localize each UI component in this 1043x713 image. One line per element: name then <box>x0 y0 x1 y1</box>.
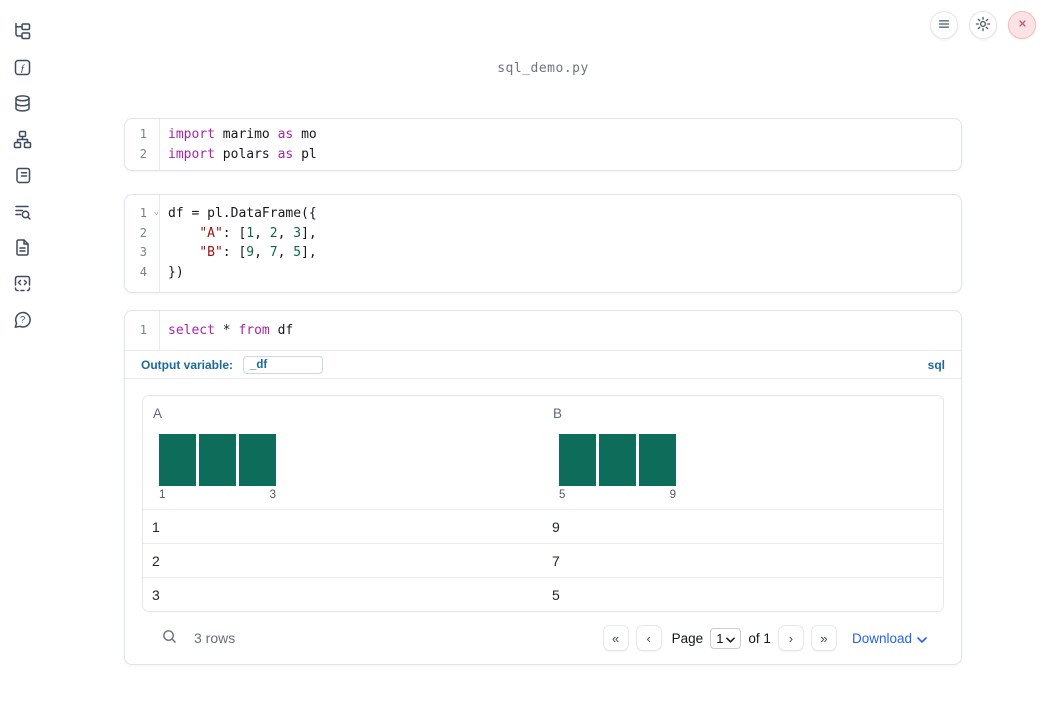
code-line: 1 ⌄ df = pl.DataFrame({ <box>125 204 961 224</box>
code-line: 2 "A": [1, 2, 3], <box>125 224 961 244</box>
table-row: 27 <box>143 543 943 577</box>
function-square-icon: ƒ <box>13 58 32 80</box>
code-cell-imports[interactable]: 1 import marimo as mo 2 import polars as pl <box>124 118 962 172</box>
search-button[interactable] <box>161 628 178 648</box>
left-sidebar: ƒ ? <box>0 0 44 330</box>
table-footer: 3 rows « ‹ Page 1 of 1 › » Download <box>159 622 927 654</box>
notebook: sql_demo.py 1 import marimo as mo 2 import … <box>124 0 962 666</box>
table-cell: 7 <box>552 552 560 569</box>
sidebar-button-6[interactable] <box>10 203 34 222</box>
sidebar-button-5[interactable] <box>10 167 34 186</box>
line-number: 2 <box>139 225 147 240</box>
language-badge: sql <box>927 357 945 372</box>
code-editor[interactable]: 1 import marimo as mo 2 import polars as pl <box>125 119 961 171</box>
sidebar-button-2[interactable]: ƒ <box>10 59 34 78</box>
chevrons-right-icon: » <box>820 630 828 646</box>
settings-button[interactable] <box>969 11 997 39</box>
table-cell: 5 <box>552 586 560 603</box>
fold-chevron-icon[interactable]: ⌄ <box>154 203 159 223</box>
database-icon <box>13 94 32 116</box>
next-page-button[interactable]: › <box>777 625 804 652</box>
table-cell: 1 <box>152 518 160 535</box>
table-header: A 13 B 59 <box>143 396 943 509</box>
sidebar-button-8[interactable] <box>10 275 34 294</box>
text-search-icon <box>13 202 32 224</box>
download-button[interactable]: Download <box>852 631 927 646</box>
sql-cell[interactable]: 1select * from df Output variable: sql A… <box>124 309 962 666</box>
page-of-label: of 1 <box>748 630 771 646</box>
column-name: A <box>153 406 163 422</box>
column-name: B <box>553 406 563 422</box>
line-number: 4 <box>139 264 147 279</box>
histogram-range-labels: 13 <box>159 489 276 502</box>
file-text-icon <box>13 238 32 260</box>
shutdown-button[interactable] <box>1008 11 1036 39</box>
output-variable-input[interactable] <box>243 355 324 374</box>
table-row: 19 <box>143 509 943 543</box>
download-label: Download <box>851 630 912 646</box>
sidebar-button-3[interactable] <box>10 94 34 116</box>
column-histogram <box>559 434 943 487</box>
line-number: 2 <box>139 146 147 161</box>
histogram-bar <box>239 434 276 487</box>
sidebar-button-7[interactable] <box>10 238 34 260</box>
table-row: 35 <box>143 577 943 611</box>
histogram-bar <box>559 434 596 487</box>
code-line: 2 import polars as pl <box>125 145 961 165</box>
table-cell: 3 <box>152 586 160 603</box>
scroll-text-icon <box>13 166 32 188</box>
page-select[interactable]: 1 <box>710 627 742 649</box>
chevrons-left-icon: « <box>612 630 620 646</box>
sidebar-button-1[interactable] <box>10 22 34 44</box>
sidebar-button-4[interactable] <box>10 130 34 152</box>
histogram-bar <box>199 434 236 487</box>
sql-editor[interactable]: 1 select * from df <box>125 310 961 351</box>
notebook-filename: sql_demo.py <box>497 61 589 76</box>
histogram-bar <box>599 434 636 487</box>
chevron-right-icon: › <box>788 630 794 646</box>
chevron-left-icon: ‹ <box>646 630 651 646</box>
sql-cell-options-row: Output variable: sql <box>125 351 961 378</box>
chevron-down-icon <box>726 631 736 646</box>
chevron-down-icon <box>917 631 927 646</box>
magnifier-icon <box>161 628 178 648</box>
close-icon <box>1015 16 1030 34</box>
gear-icon <box>975 16 991 35</box>
page-label: Page <box>671 630 704 646</box>
code-cell-dataframe[interactable]: 1 ⌄ df = pl.DataFrame({2 "A": [1, 2, 3], 3 … <box>124 194 962 293</box>
help-bubble-icon: ? <box>13 310 32 332</box>
code-editor[interactable]: 1 ⌄ df = pl.DataFrame({2 "A": [1, 2, 3], 3 … <box>125 195 961 292</box>
table-cell: 2 <box>152 552 160 569</box>
code-line: 1 import marimo as mo <box>125 125 961 145</box>
svg-text:ƒ: ƒ <box>19 62 25 74</box>
cell-output: A13B59 192735 3 rows « ‹ Page 1 of 1 › »… <box>125 379 961 664</box>
svg-text:?: ? <box>19 314 24 325</box>
line-number: 3 <box>139 245 147 260</box>
sidebar-button-9[interactable]: ? <box>10 311 34 330</box>
code-line: 4}) <box>125 263 961 283</box>
prev-page-button[interactable]: ‹ <box>635 625 662 652</box>
last-page-button[interactable]: » <box>810 625 837 652</box>
column-header: B 59 <box>543 396 943 509</box>
histogram-bar <box>159 434 196 487</box>
histogram-bar <box>639 434 676 487</box>
dataframe-table: A13B59 192735 <box>142 395 944 613</box>
histogram-range-labels: 59 <box>559 489 676 502</box>
column-histogram <box>159 434 543 487</box>
output-variable-label: Output variable: <box>141 357 234 372</box>
line-number: 1 <box>139 127 147 141</box>
line-number: 1 ⌄ <box>125 204 159 224</box>
code-line: 1 select * from df <box>125 321 961 341</box>
line-number: 1 <box>139 322 147 337</box>
folder-tree-icon <box>13 22 32 44</box>
first-page-button[interactable]: « <box>602 625 629 652</box>
row-count: 3 rows <box>194 630 236 647</box>
page-select-value: 1 <box>716 630 724 646</box>
table-cell: 9 <box>552 518 560 535</box>
column-header: A 13 <box>143 396 543 509</box>
code-line: 3 "B": [9, 7, 5], <box>125 243 961 263</box>
table-body: 192735 <box>143 509 943 611</box>
network-icon <box>13 130 32 152</box>
code-square-icon <box>13 274 32 296</box>
